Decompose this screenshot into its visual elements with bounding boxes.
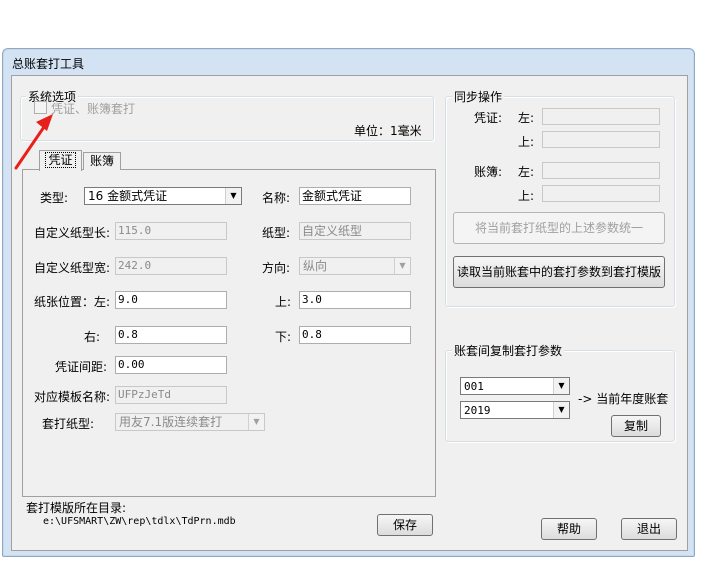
tab-voucher[interactable]: 凭证 (39, 150, 82, 171)
annotation-arrow (14, 114, 53, 170)
tab-voucher-label: 凭证 (45, 152, 76, 168)
